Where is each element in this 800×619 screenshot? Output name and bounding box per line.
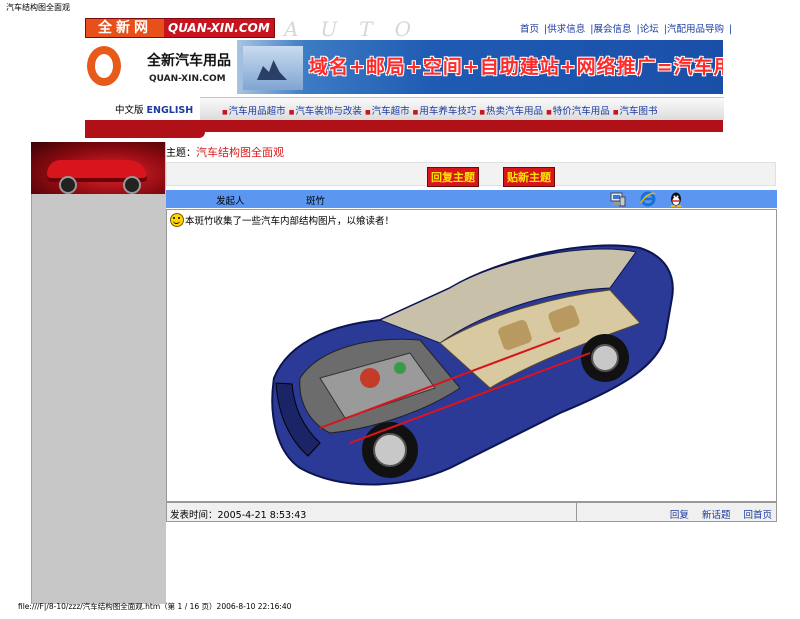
cat-car-market-link[interactable]: 汽车超市 (365, 106, 410, 117)
reply-link[interactable]: 回复 (670, 510, 689, 521)
computer-icon[interactable] (610, 191, 626, 207)
action-bar: 回复主题 贴新主题 (166, 162, 776, 187)
nav-supply-link[interactable]: |供求信息 (544, 24, 585, 35)
topic-label: 主题： (166, 148, 196, 159)
cat-supermarket-link[interactable]: 汽车用品超市 (222, 106, 286, 117)
car-cutaway-image[interactable] (260, 228, 682, 498)
top-nav: 首页 |供求信息 |展会信息 |论坛 |汽配用品导购 | (520, 21, 734, 35)
lang-en-link[interactable]: ENGLISH (147, 105, 194, 116)
nav-exhibition-link[interactable]: |展会信息 (590, 24, 631, 35)
poster-label: 发起人 (216, 196, 245, 207)
header-red-bar (85, 120, 723, 132)
nav-forum-link[interactable]: |论坛 (637, 24, 659, 35)
cat-books-link[interactable]: 汽车图书 (613, 106, 658, 117)
logo-brand-cn: 全新汽车用品 (147, 53, 231, 69)
post-info-bar: 发起人 斑竹 (166, 190, 777, 208)
nav-guide-link[interactable]: |汽配用品导购 (664, 24, 724, 35)
post-time: 发表时间：2005-4-21 8:53:43 (170, 507, 306, 521)
ad-banner[interactable]: 域名+邮局+空间+自助建站+网络推广=汽车用品应有尽有 (237, 40, 723, 94)
header-red-tab (85, 132, 205, 138)
home-link[interactable]: 回首页 (743, 510, 772, 521)
ie-icon[interactable] (640, 191, 656, 207)
cat-decoration-link[interactable]: 汽车装饰与改装 (289, 106, 362, 117)
cat-hot-link[interactable]: 热卖汽车用品 (479, 106, 543, 117)
smiley-icon (170, 213, 184, 227)
logo-tag[interactable]: 全新网 QUAN-XIN.COM (85, 18, 275, 38)
site-logo[interactable]: 全新汽车用品 QUAN-XIN.COM (85, 40, 237, 94)
auto-watermark: AUTO (284, 17, 434, 41)
logo-tag-cn: 全新网 (86, 19, 164, 37)
left-sidebar (31, 142, 166, 604)
nav-end-separator: | (728, 24, 733, 35)
post-text: 本斑竹收集了一些汽车内部结构图片，以飨读者！ (185, 216, 395, 227)
new-topic-link[interactable]: 新话题 (702, 510, 731, 521)
footer-links: 回复 新话题 回首页 (660, 507, 772, 521)
qq-icon[interactable] (668, 191, 684, 207)
post-time-value: 2005-4-21 8:53:43 (217, 510, 307, 521)
footer-divider (576, 503, 577, 521)
red-car-image (31, 142, 165, 194)
poster-name[interactable]: 斑竹 (306, 193, 325, 207)
print-status-line: file:///F|/8-10/zzz/汽车结构图全面观.htm（第 1 / 1… (18, 602, 292, 611)
reply-topic-button[interactable]: 回复主题 (427, 167, 479, 187)
banner-scene-image (243, 46, 303, 90)
logo-tag-en: QUAN-XIN.COM (168, 21, 270, 35)
new-topic-button[interactable]: 贴新主题 (503, 167, 555, 187)
cat-tips-link[interactable]: 用车养车技巧 (413, 106, 477, 117)
lang-cn-link[interactable]: 中文版 (115, 105, 144, 116)
post-time-label: 发表时间： (170, 510, 218, 521)
post-footer: 发表时间：2005-4-21 8:53:43 回复 新话题 回首页 (166, 502, 777, 522)
ox-logo-icon (87, 42, 145, 92)
topic-title: 汽车结构图全面观 (196, 146, 284, 159)
logo-brand-en: QUAN-XIN.COM (149, 74, 226, 84)
topic-heading: 主题：汽车结构图全面观 (166, 144, 284, 160)
language-switch: 中文版 ENGLISH (115, 102, 193, 116)
post-body: 本斑竹收集了一些汽车内部结构图片，以飨读者！ (166, 209, 777, 502)
category-nav: 汽车用品超市 汽车装饰与改装 汽车超市 用车养车技巧 热卖汽车用品 特价汽车用品… (200, 97, 724, 120)
page-title: 汽车结构图全面观 (6, 3, 70, 12)
banner-text: 域名+邮局+空间+自助建站+网络推广=汽车用品应有尽有 (309, 56, 723, 78)
nav-home-link[interactable]: 首页 (520, 24, 539, 35)
cat-special-link[interactable]: 特价汽车用品 (546, 106, 610, 117)
